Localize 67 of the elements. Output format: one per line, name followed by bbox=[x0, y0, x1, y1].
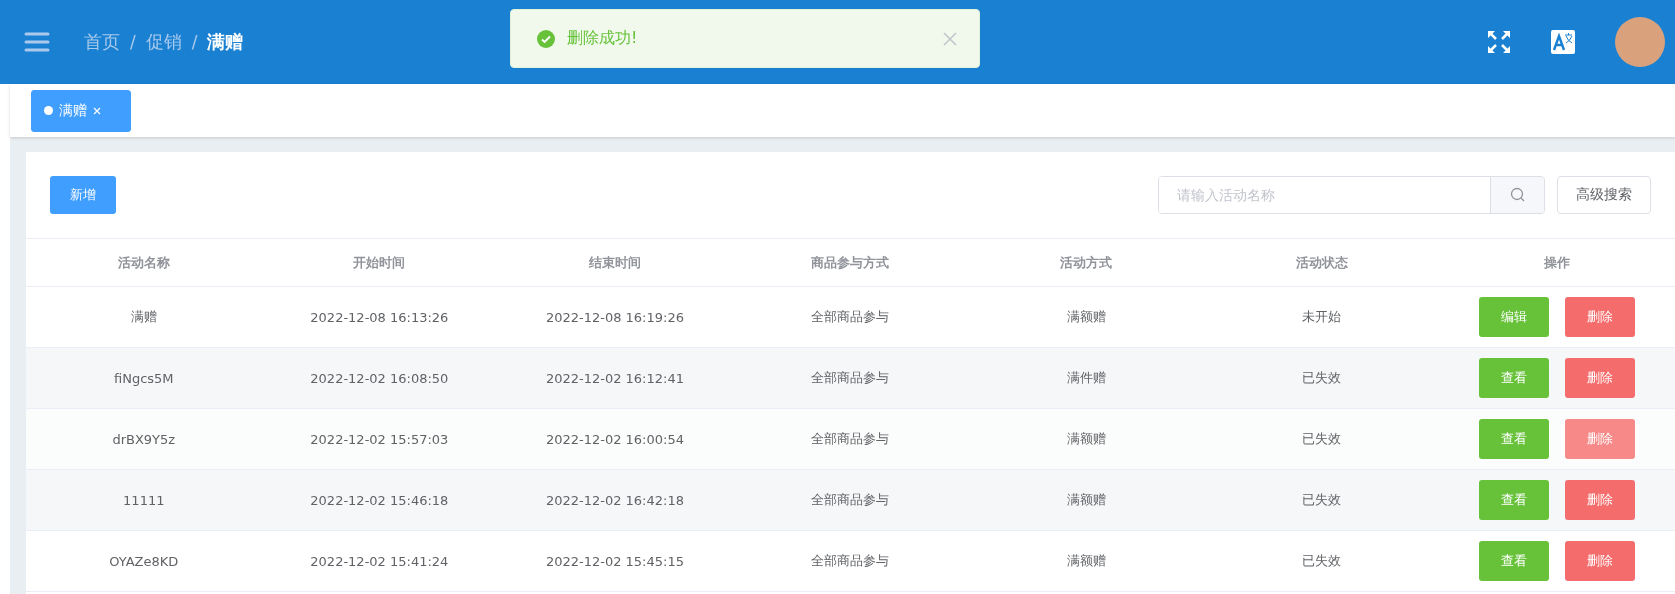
action-button[interactable]: 查看 bbox=[1479, 419, 1550, 459]
table-cell-text: 2022-12-02 16:42:18 bbox=[544, 492, 685, 508]
menu-icon[interactable] bbox=[24, 32, 50, 52]
table-cell-text: 2022-12-02 15:46:18 bbox=[309, 492, 450, 508]
add-button[interactable]: 新增 bbox=[50, 176, 116, 214]
table-cell-text: 2022-12-02 16:08:50 bbox=[309, 370, 450, 386]
table-cell-text: 已失效 bbox=[1301, 369, 1343, 387]
delete-button[interactable]: 删除 bbox=[1565, 541, 1636, 581]
column-header: 结束时间 bbox=[587, 253, 642, 272]
table-cell-text: 全部商品参与 bbox=[810, 369, 891, 387]
advanced-search-button[interactable]: 高级搜索 bbox=[1557, 176, 1651, 214]
delete-button[interactable]: 删除 bbox=[1565, 358, 1636, 398]
table-cell-text: 2022-12-08 16:19:26 bbox=[544, 309, 685, 325]
table-cell-text: 满赠 bbox=[129, 308, 158, 326]
breadcrumb-item: 满赠 bbox=[207, 30, 244, 54]
active-dot-icon bbox=[44, 106, 53, 115]
search-field[interactable]: 请输入活动名称 bbox=[1158, 176, 1545, 214]
column-header: 活动状态 bbox=[1294, 253, 1349, 272]
table-cell-text: fiNgcs5M bbox=[113, 370, 175, 386]
column-header: 操作 bbox=[1543, 253, 1572, 272]
breadcrumb-item[interactable]: 首页 bbox=[84, 30, 120, 54]
column-header: 开始时间 bbox=[352, 253, 407, 272]
delete-button[interactable]: 删除 bbox=[1565, 419, 1636, 459]
table-cell-text: 全部商品参与 bbox=[810, 430, 891, 448]
breadcrumb-separator: / bbox=[130, 32, 136, 52]
toast-message: 删除成功! bbox=[567, 28, 639, 49]
close-icon[interactable] bbox=[943, 31, 957, 46]
action-button[interactable]: 查看 bbox=[1479, 541, 1550, 581]
action-button[interactable]: 查看 bbox=[1479, 480, 1550, 520]
table-cell-text: 满件赠 bbox=[1065, 369, 1107, 387]
action-button[interactable]: 编辑 bbox=[1479, 297, 1550, 337]
table-cell-text: 满额赠 bbox=[1065, 308, 1107, 326]
delete-button[interactable]: 删除 bbox=[1565, 480, 1636, 520]
table-cell-text: drBX9Y5z bbox=[111, 431, 177, 447]
breadcrumb-item[interactable]: 促销 bbox=[145, 30, 182, 54]
breadcrumb-separator: / bbox=[191, 32, 198, 52]
table-cell-text: 满额赠 bbox=[1065, 552, 1107, 570]
column-header: 活动名称 bbox=[116, 253, 171, 272]
table-cell-text: 2022-12-02 15:45:15 bbox=[544, 553, 685, 569]
check-circle-icon bbox=[537, 29, 555, 48]
translate-icon[interactable] bbox=[1551, 30, 1575, 54]
fullscreen-icon[interactable] bbox=[1487, 30, 1511, 54]
avatar[interactable] bbox=[1615, 17, 1665, 67]
table-cell-text: 已失效 bbox=[1301, 430, 1343, 448]
table-cell-text: 2022-12-02 15:41:24 bbox=[309, 553, 450, 569]
column-header: 商品参与方式 bbox=[810, 253, 891, 272]
delete-button[interactable]: 删除 bbox=[1565, 297, 1636, 337]
table-cell-text: 2022-12-08 16:13:26 bbox=[309, 309, 450, 325]
table-cell-text: 2022-12-02 16:12:41 bbox=[544, 370, 685, 386]
table-cell-text: 2022-12-02 16:00:54 bbox=[544, 431, 685, 447]
table-cell-text: 11111 bbox=[122, 492, 166, 508]
column-header: 活动方式 bbox=[1059, 253, 1114, 272]
search-button[interactable] bbox=[1490, 177, 1544, 213]
table-cell-text: OYAZe8KD bbox=[108, 553, 180, 569]
table-cell-text: 全部商品参与 bbox=[810, 308, 891, 326]
search-icon bbox=[1509, 187, 1526, 203]
table-cell-text: 未开始 bbox=[1301, 308, 1343, 326]
page-tab[interactable]: 满赠 bbox=[31, 89, 131, 132]
table-cell-text: 满额赠 bbox=[1065, 430, 1107, 448]
table-cell-text: 全部商品参与 bbox=[810, 491, 891, 509]
table-cell-text: 全部商品参与 bbox=[810, 552, 891, 570]
action-button[interactable]: 查看 bbox=[1479, 358, 1550, 398]
table-cell-text: 已失效 bbox=[1301, 552, 1343, 570]
tab-label: 满赠 bbox=[59, 101, 87, 120]
table-cell-text: 满额赠 bbox=[1065, 491, 1107, 509]
table-cell-text: 2022-12-02 15:57:03 bbox=[309, 431, 450, 447]
table-cell-text: 已失效 bbox=[1301, 491, 1343, 509]
